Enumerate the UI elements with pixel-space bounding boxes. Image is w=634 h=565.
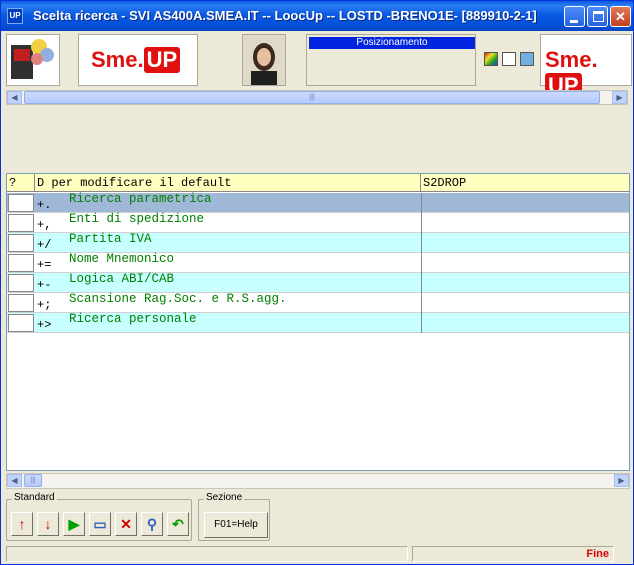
standard-group: Standard ↑ ↓ ▶ ▭ ✕ ⚲ ↶: [6, 492, 192, 541]
table-row[interactable]: +, Enti di spedizione: [7, 212, 629, 233]
column-divider: [421, 193, 422, 213]
scroll-left-icon[interactable]: ◀: [7, 91, 22, 104]
back-icon[interactable]: ↶: [167, 512, 189, 536]
row-select-box[interactable]: [8, 254, 34, 272]
row-description: Partita IVA: [69, 232, 152, 246]
logo-sme-text-right: Sme.: [545, 47, 598, 72]
title-bar[interactable]: UP Scelta ricerca - SVI AS400A.SMEA.IT -…: [1, 1, 633, 31]
resize-grip-icon[interactable]: [616, 546, 630, 562]
filter-area: [4, 106, 632, 171]
scroll-right-icon[interactable]: ▶: [612, 91, 627, 104]
minimize-button[interactable]: [564, 6, 585, 27]
maximize-icon: [593, 11, 604, 22]
row-description: Enti di spedizione: [69, 212, 205, 226]
header-panel: Sme. UP Posizionamento Sme.UP: [4, 32, 632, 99]
sezione-label: Sezione: [204, 492, 245, 503]
app-logo-left: [6, 34, 60, 86]
document-icon[interactable]: [502, 52, 516, 66]
logo-sme-text: Sme.: [91, 47, 144, 72]
row-code: +/: [37, 238, 52, 252]
row-select-box[interactable]: [8, 294, 34, 312]
column-header-description: D per modificare il default: [35, 174, 421, 192]
header-scrollbar[interactable]: ◀ ||| ▶: [6, 90, 628, 105]
table-row[interactable]: +; Scansione Rag.Soc. e R.S.agg.: [7, 292, 629, 313]
row-description: Ricerca parametrica: [69, 192, 212, 206]
row-select-box[interactable]: [8, 194, 34, 212]
minimize-icon: [570, 20, 578, 23]
header-tool-icons: [484, 52, 536, 68]
status-panel-left: [6, 546, 408, 562]
smeup-logo-right: Sme.UP: [540, 34, 632, 99]
row-code: +=: [37, 258, 52, 272]
status-bar: Fine: [4, 545, 632, 563]
table-scroll-thumb[interactable]: |||: [24, 474, 42, 487]
column-divider: [421, 273, 422, 293]
arrow-down-icon[interactable]: ↓: [37, 512, 59, 536]
table-scrollbar[interactable]: ◀ ||| ▶: [6, 473, 630, 489]
app-icon: UP: [7, 8, 23, 24]
column-header-check: ?: [7, 174, 35, 192]
book-icon[interactable]: [520, 52, 534, 66]
close-button[interactable]: ✕: [610, 6, 631, 27]
column-header-s2drop: S2DROP: [423, 176, 467, 190]
window-title: Scelta ricerca - SVI AS400A.SMEA.IT -- L…: [33, 8, 537, 23]
eraser-icon[interactable]: ▭: [89, 512, 111, 536]
play-icon[interactable]: ▶: [63, 512, 85, 536]
smeup-logo: Sme. UP: [78, 34, 198, 86]
row-code: +>: [37, 318, 52, 332]
scroll-thumb[interactable]: |||: [24, 91, 600, 104]
row-select-box[interactable]: [8, 314, 34, 332]
logo-up-text: UP: [143, 47, 181, 73]
row-description: Ricerca personale: [69, 312, 197, 326]
position-panel: Posizionamento: [306, 34, 476, 86]
row-code: +,: [37, 218, 52, 232]
table-header: ? D per modificare il default S2DROP: [7, 174, 629, 192]
search-icon[interactable]: ⚲: [141, 512, 163, 536]
arrow-up-icon[interactable]: ↑: [11, 512, 33, 536]
table-row[interactable]: +/ Partita IVA: [7, 232, 629, 253]
table-scroll-right-icon[interactable]: ▶: [614, 474, 629, 487]
column-divider: [421, 293, 422, 313]
row-description: Scansione Rag.Soc. e R.S.agg.: [69, 292, 287, 306]
table-scroll-left-icon[interactable]: ◀: [7, 474, 22, 487]
row-code: +;: [37, 298, 52, 312]
column-divider: [421, 313, 422, 333]
position-label: Posizionamento: [309, 37, 475, 49]
row-code: +.: [37, 198, 52, 212]
palette-icon[interactable]: [484, 52, 498, 66]
row-select-box[interactable]: [8, 274, 34, 292]
column-divider: [421, 213, 422, 233]
table-row[interactable]: +> Ricerca personale: [7, 312, 629, 333]
machine-logo-icon: [11, 39, 54, 79]
maximize-button[interactable]: [587, 6, 608, 27]
row-select-box[interactable]: [8, 214, 34, 232]
row-select-box[interactable]: [8, 234, 34, 252]
status-text: Fine: [412, 546, 614, 562]
row-code: +-: [37, 278, 52, 292]
row-description: Logica ABI/CAB: [69, 272, 175, 286]
bottom-toolbar: Standard ↑ ↓ ▶ ▭ ✕ ⚲ ↶ Sezione F01=Help: [4, 491, 632, 543]
row-description: Nome Mnemonico: [69, 252, 175, 266]
table-row[interactable]: +- Logica ABI/CAB: [7, 272, 629, 293]
user-photo-icon: [243, 35, 285, 85]
column-divider: [421, 233, 422, 253]
help-button[interactable]: F01=Help: [204, 512, 268, 538]
sezione-group: Sezione F01=Help: [198, 492, 270, 541]
app-window: UP Scelta ricerca - SVI AS400A.SMEA.IT -…: [0, 0, 634, 565]
delete-icon[interactable]: ✕: [115, 512, 137, 536]
column-divider: [421, 253, 422, 273]
results-table: ? D per modificare il default S2DROP +. R…: [6, 173, 630, 471]
table-row[interactable]: +. Ricerca parametrica: [7, 192, 629, 213]
user-avatar: [242, 34, 286, 86]
table-row[interactable]: += Nome Mnemonico: [7, 252, 629, 273]
standard-label: Standard: [12, 492, 57, 503]
